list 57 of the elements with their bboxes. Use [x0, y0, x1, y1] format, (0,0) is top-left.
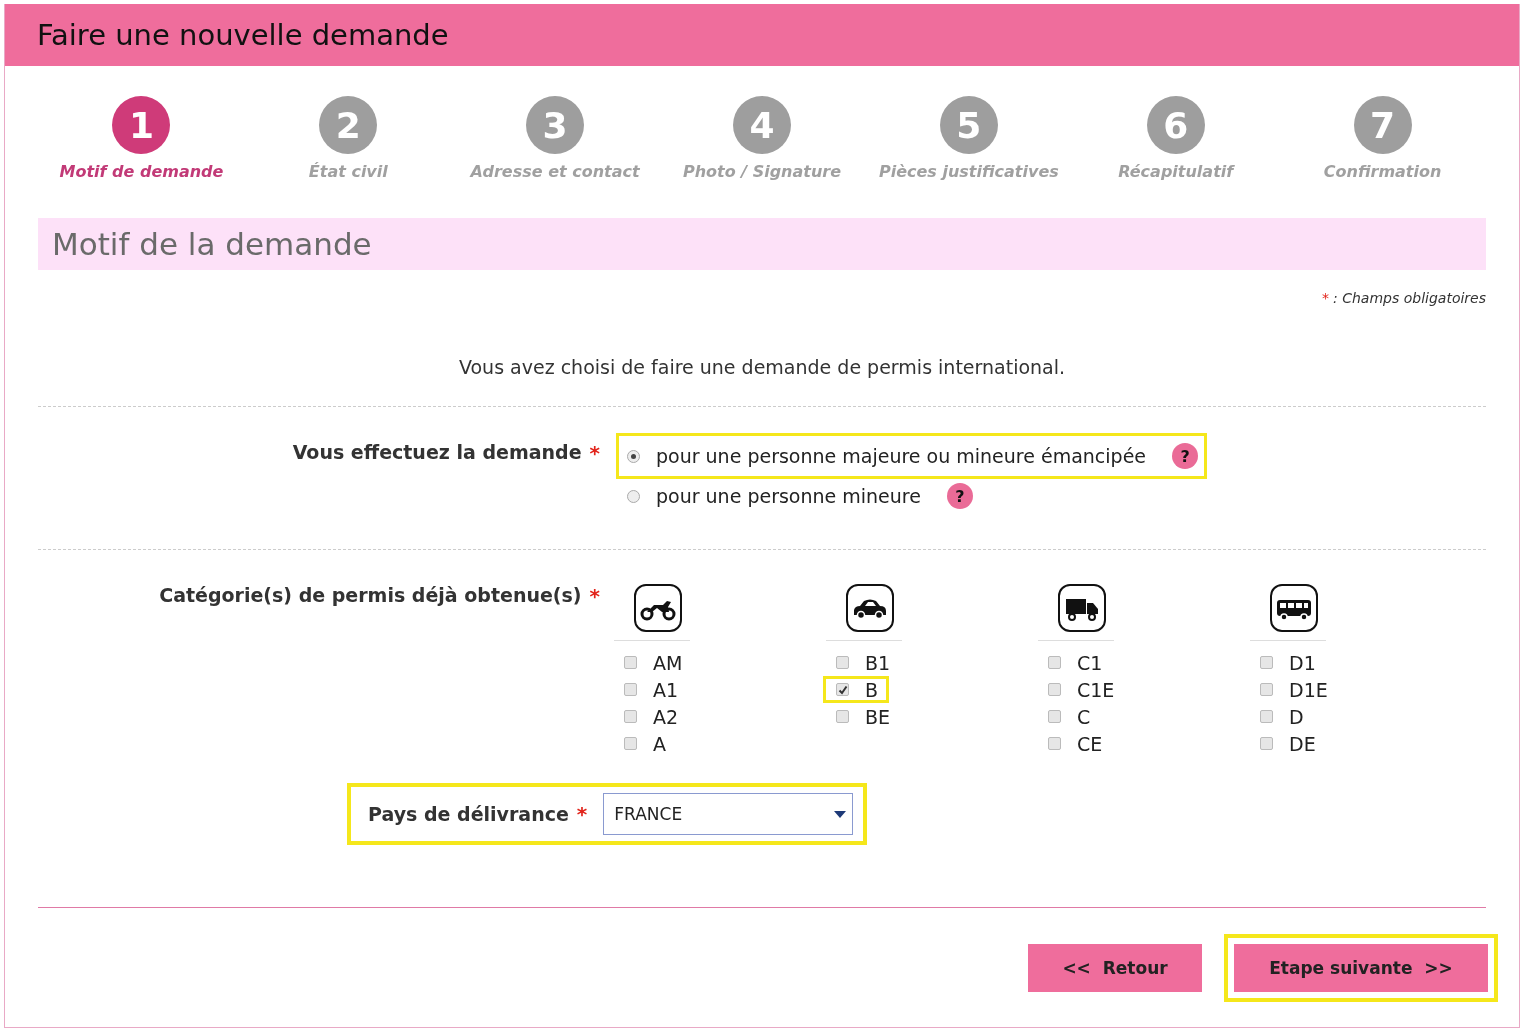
help-button[interactable]: ? [946, 483, 973, 509]
checkbox[interactable] [1260, 737, 1273, 750]
required-mark: * [589, 584, 600, 608]
checkbox[interactable] [624, 710, 637, 723]
checkbox-label[interactable]: A2 [653, 705, 679, 728]
caret-icon [834, 810, 847, 818]
checkbox[interactable] [1048, 656, 1061, 669]
required-mark: * [1322, 290, 1330, 306]
radio-button[interactable] [627, 449, 640, 463]
checkbox[interactable] [836, 656, 849, 669]
checkbox-label[interactable]: DE [1289, 732, 1316, 755]
checkbox-label[interactable]: BE [865, 705, 891, 728]
checkbox[interactable] [836, 710, 849, 723]
checkbox[interactable] [1260, 710, 1273, 723]
next-button[interactable]: Etape suivante >> [1234, 944, 1488, 992]
intro-text: Vous avez choisi de faire une demande de permis international. [457, 356, 1067, 378]
checkbox-label[interactable]: C [1077, 705, 1091, 728]
checkbox-label[interactable]: B [865, 678, 879, 701]
checkbox[interactable] [1048, 710, 1061, 723]
checkbox-label[interactable]: D1E [1289, 678, 1328, 701]
checkbox-label[interactable]: D [1289, 705, 1304, 728]
radio-label[interactable]: pour une personne majeure ou mineure émancipée [656, 445, 1146, 467]
checkbox[interactable] [624, 656, 637, 669]
field-label: Pays de délivrance [368, 803, 569, 825]
checkbox[interactable] [1048, 683, 1061, 696]
checkbox-label[interactable]: D1 [1289, 651, 1316, 674]
step-number[interactable]: 1 [112, 96, 171, 154]
field-label: Vous effectuez la demande [292, 441, 582, 463]
required-note: : Champs obligatoires [1333, 290, 1486, 306]
checkbox-label[interactable]: A1 [653, 678, 679, 701]
checkbox-label[interactable]: AM [653, 651, 683, 674]
car-icon [846, 584, 894, 632]
checkbox[interactable] [1260, 683, 1273, 696]
checkbox[interactable] [624, 683, 637, 696]
checkbox-label[interactable]: C1 [1077, 651, 1103, 674]
truck-icon [1058, 584, 1106, 632]
checkbox[interactable] [624, 737, 637, 750]
checkbox[interactable] [1048, 737, 1061, 750]
page-title: Faire une nouvelle demande [37, 18, 449, 52]
country-dropdown[interactable]: FRANCE [603, 793, 854, 835]
bus-icon [1270, 584, 1318, 632]
help-button[interactable]: ? [1172, 443, 1198, 469]
checkbox-label[interactable]: B1 [865, 651, 891, 674]
back-button[interactable]: << Retour [1028, 944, 1202, 992]
radio-button[interactable] [627, 489, 640, 503]
checkbox-label[interactable]: C1E [1077, 678, 1115, 701]
checkbox[interactable] [1260, 656, 1273, 669]
radio-label[interactable]: pour une personne mineure [656, 485, 921, 507]
required-mark: * [589, 441, 600, 465]
field-label: Catégorie(s) de permis déjà obtenue(s) [159, 584, 582, 606]
motorcycle-icon [634, 584, 682, 632]
checkbox-label[interactable]: A [653, 732, 666, 755]
checkbox-label[interactable]: CE [1077, 732, 1103, 755]
checkbox[interactable] [836, 683, 849, 696]
section-title: Motif de la demande [38, 218, 1486, 270]
required-mark: * [576, 802, 588, 826]
step-label[interactable]: Motif de demande [59, 162, 224, 181]
